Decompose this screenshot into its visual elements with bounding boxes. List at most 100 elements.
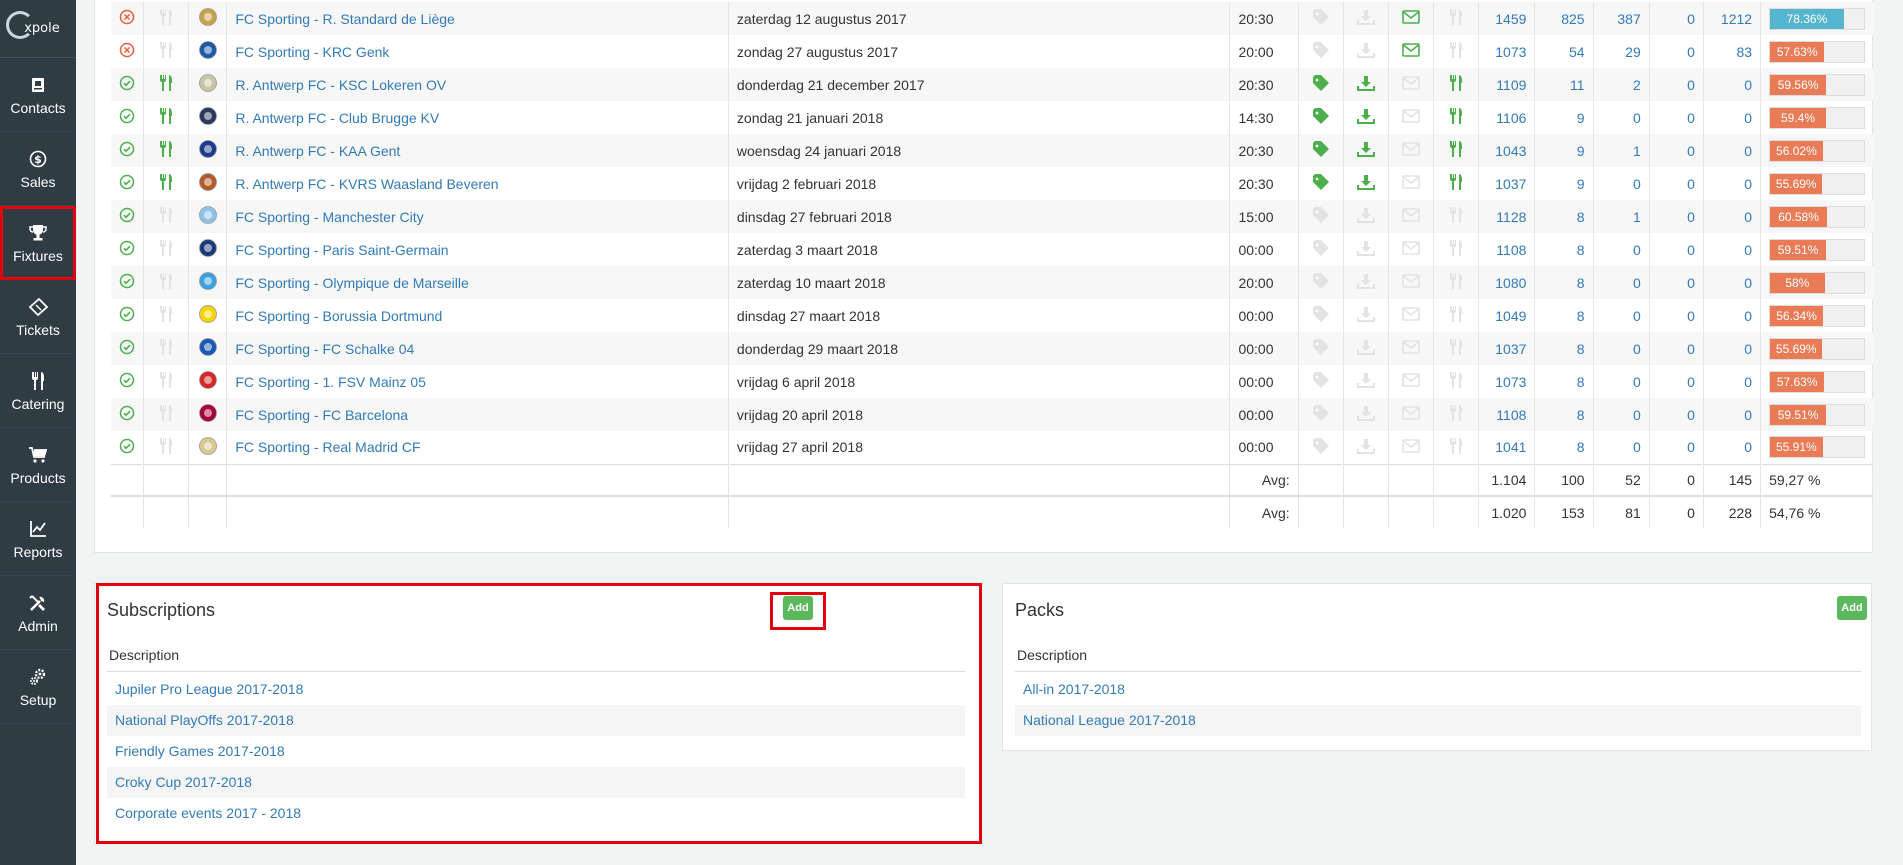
- count-4[interactable]: 0: [1649, 332, 1704, 365]
- catering-icon[interactable]: [143, 35, 190, 68]
- packs-link[interactable]: National League 2017-2018: [1023, 712, 1196, 728]
- tag-icon[interactable]: [1298, 266, 1344, 299]
- count-2[interactable]: 9: [1534, 134, 1594, 167]
- tag-icon[interactable]: [1298, 167, 1344, 200]
- match-link[interactable]: FC Sporting - Manchester City: [235, 209, 423, 225]
- mail-icon[interactable]: [1388, 431, 1435, 464]
- count-2[interactable]: 54: [1534, 35, 1594, 68]
- count-5[interactable]: 0: [1703, 398, 1762, 431]
- download-icon[interactable]: [1343, 101, 1389, 134]
- tag-icon[interactable]: [1298, 134, 1344, 167]
- catering-icon[interactable]: [143, 266, 190, 299]
- tag-icon[interactable]: [1298, 365, 1344, 398]
- count-2[interactable]: 8: [1534, 299, 1594, 332]
- count-4[interactable]: 0: [1649, 134, 1704, 167]
- count-2[interactable]: 8: [1534, 200, 1594, 233]
- match-link[interactable]: R. Antwerp FC - Club Brugge KV: [235, 110, 439, 126]
- count-2[interactable]: 8: [1534, 266, 1594, 299]
- match-link[interactable]: FC Sporting - Borussia Dortmund: [235, 308, 442, 324]
- add-pack-button[interactable]: Add: [1837, 596, 1867, 620]
- catering-icon[interactable]: [1433, 2, 1480, 35]
- count-4[interactable]: 0: [1649, 35, 1704, 68]
- count-5[interactable]: 1212: [1703, 2, 1762, 35]
- count-3[interactable]: 0: [1593, 266, 1650, 299]
- subscriptions-link[interactable]: Friendly Games 2017-2018: [115, 743, 285, 759]
- download-icon[interactable]: [1343, 266, 1389, 299]
- catering-icon[interactable]: [143, 332, 190, 365]
- confirmed-icon[interactable]: [111, 332, 145, 365]
- add-subscription-button[interactable]: Add: [783, 596, 813, 620]
- catering-icon[interactable]: [143, 68, 190, 101]
- count-1[interactable]: 1109: [1478, 68, 1536, 101]
- sidebar-item-fixtures[interactable]: Fixtures: [0, 206, 76, 280]
- sidebar-item-contacts[interactable]: Contacts: [0, 58, 76, 132]
- catering-icon[interactable]: [1433, 332, 1480, 365]
- count-2[interactable]: 8: [1534, 431, 1594, 464]
- count-5[interactable]: 0: [1703, 68, 1762, 101]
- count-4[interactable]: 0: [1649, 101, 1704, 134]
- download-icon[interactable]: [1343, 332, 1389, 365]
- catering-icon[interactable]: [143, 299, 190, 332]
- count-1[interactable]: 1049: [1478, 299, 1536, 332]
- match-link[interactable]: FC Sporting - FC Barcelona: [235, 407, 408, 423]
- download-icon[interactable]: [1343, 134, 1389, 167]
- count-4[interactable]: 0: [1649, 233, 1704, 266]
- count-5[interactable]: 0: [1703, 134, 1762, 167]
- subscriptions-link[interactable]: Jupiler Pro League 2017-2018: [115, 681, 303, 697]
- mail-icon[interactable]: [1388, 365, 1435, 398]
- mail-icon[interactable]: [1388, 299, 1435, 332]
- count-1[interactable]: 1073: [1478, 35, 1536, 68]
- sidebar-item-reports[interactable]: Reports: [0, 502, 76, 576]
- count-3[interactable]: 0: [1593, 233, 1650, 266]
- count-4[interactable]: 0: [1649, 68, 1704, 101]
- catering-icon[interactable]: [1433, 299, 1480, 332]
- sidebar-item-catering[interactable]: Catering: [0, 354, 76, 428]
- count-5[interactable]: 0: [1703, 200, 1762, 233]
- confirmed-icon[interactable]: [111, 101, 145, 134]
- sidebar-item-tickets[interactable]: Tickets: [0, 280, 76, 354]
- count-1[interactable]: 1041: [1478, 431, 1536, 464]
- catering-icon[interactable]: [1433, 398, 1480, 431]
- count-3[interactable]: 2: [1593, 68, 1650, 101]
- subscriptions-link[interactable]: Corporate events 2017 - 2018: [115, 805, 301, 821]
- count-4[interactable]: 0: [1649, 266, 1704, 299]
- confirmed-icon[interactable]: [111, 233, 145, 266]
- mail-icon[interactable]: [1388, 167, 1435, 200]
- confirmed-icon[interactable]: [111, 200, 145, 233]
- count-1[interactable]: 1106: [1478, 101, 1536, 134]
- count-3[interactable]: 0: [1593, 299, 1650, 332]
- download-icon[interactable]: [1343, 68, 1389, 101]
- match-link[interactable]: R. Antwerp FC - KAA Gent: [235, 143, 400, 159]
- count-4[interactable]: 0: [1649, 365, 1704, 398]
- catering-icon[interactable]: [1433, 200, 1480, 233]
- download-icon[interactable]: [1343, 398, 1389, 431]
- confirmed-icon[interactable]: [111, 365, 145, 398]
- confirmed-icon[interactable]: [111, 167, 145, 200]
- count-2[interactable]: 825: [1534, 2, 1594, 35]
- count-4[interactable]: 0: [1649, 2, 1704, 35]
- count-4[interactable]: 0: [1649, 200, 1704, 233]
- count-3[interactable]: 0: [1593, 431, 1650, 464]
- count-5[interactable]: 0: [1703, 167, 1762, 200]
- sidebar-item-products[interactable]: Products: [0, 428, 76, 502]
- tag-icon[interactable]: [1298, 233, 1344, 266]
- count-5[interactable]: 0: [1703, 332, 1762, 365]
- sidebar-item-sales[interactable]: $ Sales: [0, 132, 76, 206]
- catering-icon[interactable]: [1433, 101, 1480, 134]
- tag-icon[interactable]: [1298, 68, 1344, 101]
- count-1[interactable]: 1043: [1478, 134, 1536, 167]
- mail-icon[interactable]: [1388, 266, 1435, 299]
- tag-icon[interactable]: [1298, 200, 1344, 233]
- count-5[interactable]: 0: [1703, 101, 1762, 134]
- mail-icon[interactable]: [1388, 200, 1435, 233]
- cancelled-icon[interactable]: [111, 2, 145, 35]
- tag-icon[interactable]: [1298, 398, 1344, 431]
- catering-icon[interactable]: [143, 134, 190, 167]
- confirmed-icon[interactable]: [111, 398, 145, 431]
- count-4[interactable]: 0: [1649, 167, 1704, 200]
- app-logo[interactable]: xpole: [0, 0, 76, 58]
- match-link[interactable]: R. Antwerp FC - KVRS Waasland Beveren: [235, 176, 498, 192]
- tag-icon[interactable]: [1298, 101, 1344, 134]
- confirmed-icon[interactable]: [111, 266, 145, 299]
- count-1[interactable]: 1128: [1478, 200, 1536, 233]
